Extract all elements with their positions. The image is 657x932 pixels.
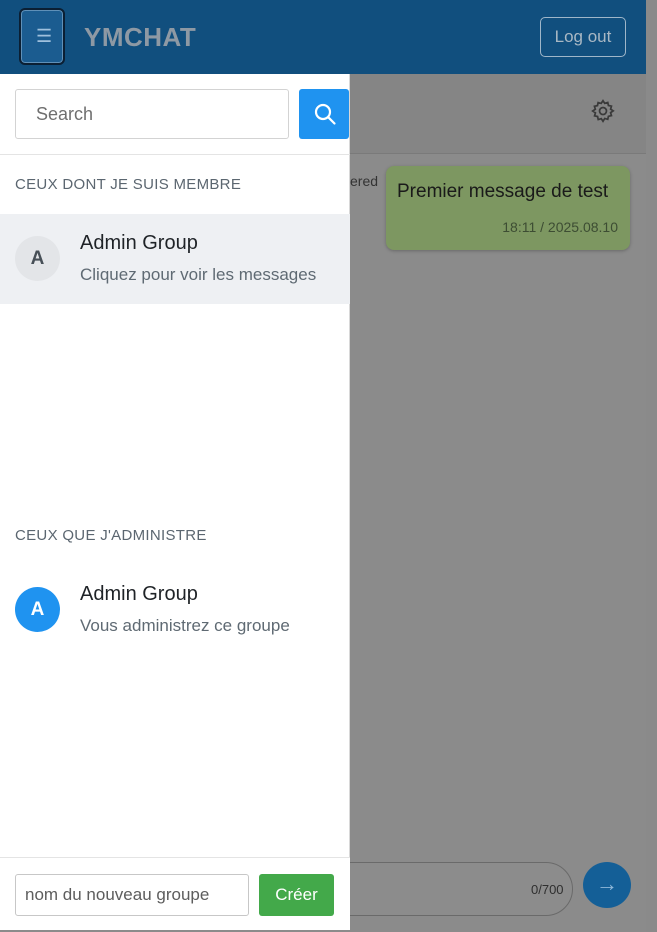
member-group-item[interactable]: A Admin Group Cliquez pour voir les mess… — [0, 214, 350, 304]
send-button[interactable]: → — [583, 862, 631, 908]
app-brand: YMCHAT — [84, 22, 197, 52]
avatar: A — [15, 587, 60, 632]
message-timestamp: 18:11 / 2025.08.10 — [502, 219, 618, 235]
arrow-right-icon: → — [596, 871, 618, 896]
search-input[interactable]: Search — [15, 89, 289, 139]
groups-drawer: Search CEUX DONT JE SUIS MEMBRE A Admin … — [0, 74, 350, 930]
gear-icon[interactable] — [590, 98, 616, 124]
member-section-title: CEUX DONT JE SUIS MEMBRE — [15, 176, 242, 193]
create-group-button[interactable]: Créer — [259, 874, 334, 916]
top-navbar: ☰ YMCHAT Log out — [0, 0, 646, 74]
create-group-footer: nom du nouveau groupe Créer — [0, 857, 350, 930]
admin-group-item[interactable]: A Admin Group Vous administrez ce groupe — [0, 565, 350, 655]
group-subtitle: Vous administrez ce groupe — [80, 616, 290, 635]
search-button[interactable] — [299, 89, 349, 139]
group-name: Admin Group — [80, 232, 198, 254]
search-icon — [314, 103, 336, 125]
divider — [0, 154, 350, 155]
group-subtitle: Cliquez pour voir les messages — [80, 265, 317, 284]
hamburger-menu-icon: ☰ — [36, 26, 53, 46]
menu-toggle-button[interactable]: ☰ — [19, 8, 65, 65]
char-counter: 0/700 — [531, 882, 564, 897]
logout-button[interactable]: Log out — [540, 17, 626, 57]
new-group-name-input[interactable]: nom du nouveau groupe — [15, 874, 249, 916]
admin-section-title: CEUX QUE J'ADMINISTRE — [15, 527, 207, 544]
avatar: A — [15, 236, 60, 281]
message-bubble: Premier message de test 18:11 / 2025.08.… — [386, 166, 630, 250]
message-text: Premier message de test — [397, 181, 609, 202]
group-name: Admin Group — [80, 583, 198, 605]
